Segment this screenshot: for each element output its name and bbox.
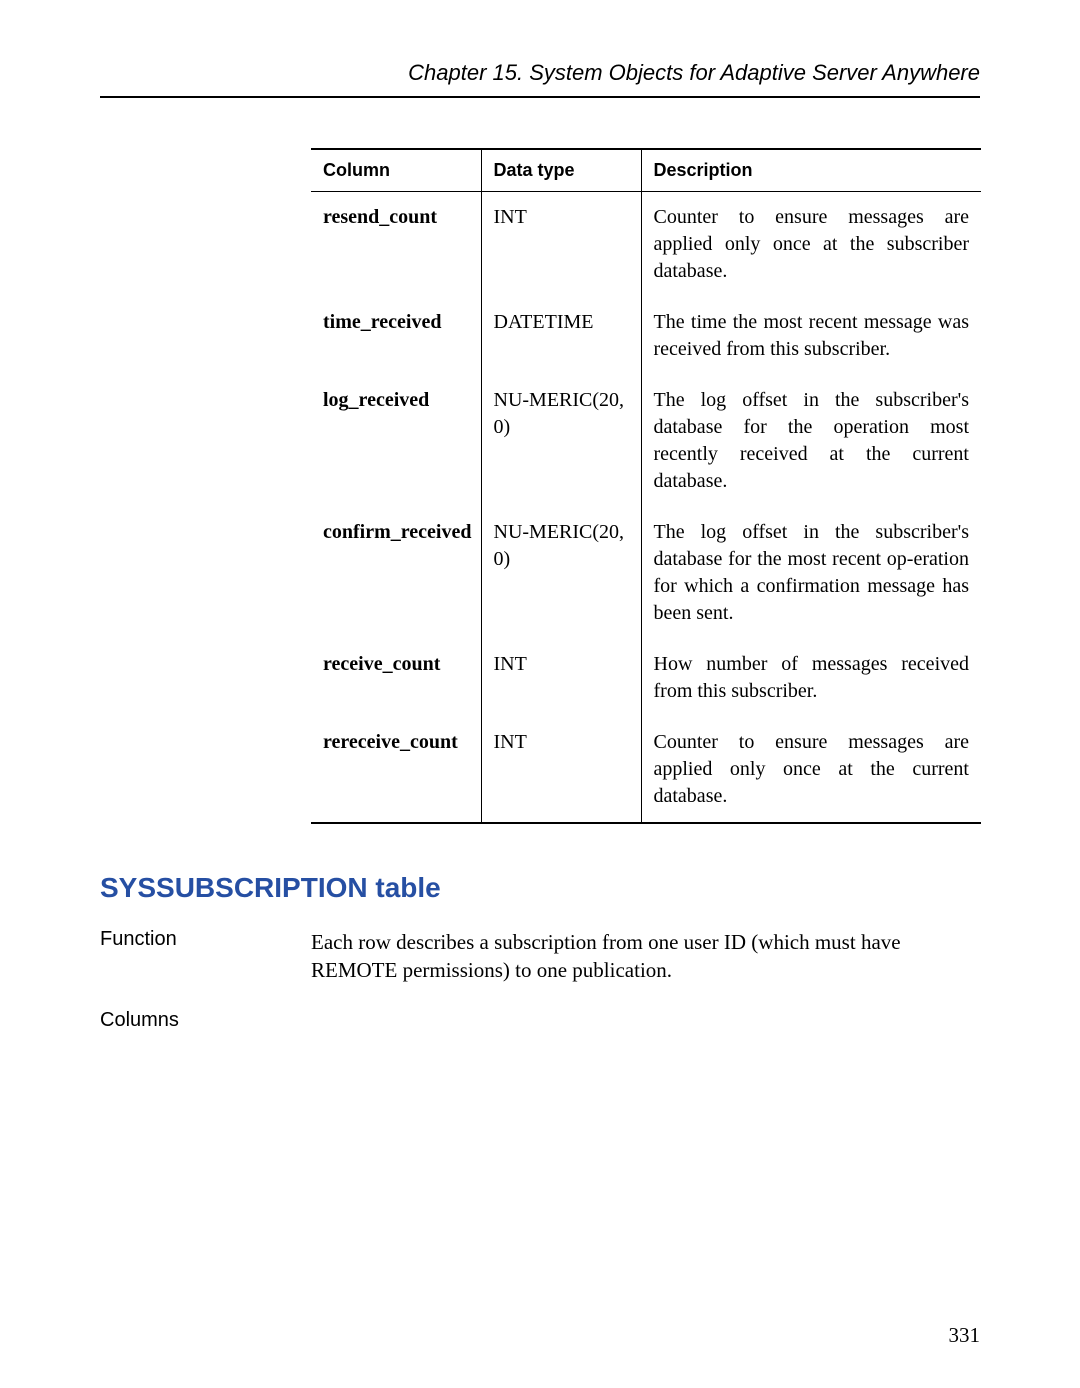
cell-description: The log offset in the subscriber's datab… — [641, 507, 981, 639]
cell-datatype: NU-MERIC(20, 0) — [481, 375, 641, 507]
function-row: Function Each row describes a subscripti… — [100, 928, 980, 985]
cell-column-name: time_received — [311, 297, 481, 375]
columns-label: Columns — [100, 1009, 311, 1032]
table-row: rereceive_count INT Counter to ensure me… — [311, 717, 981, 823]
columns-row: Columns — [100, 1009, 980, 1032]
cell-column-name: confirm_received — [311, 507, 481, 639]
cell-description: Counter to ensure messages are applied o… — [641, 192, 981, 298]
cell-column-name: receive_count — [311, 639, 481, 717]
cell-column-name: log_received — [311, 375, 481, 507]
th-datatype: Data type — [481, 149, 641, 192]
cell-datatype: NU-MERIC(20, 0) — [481, 507, 641, 639]
running-head: Chapter 15. System Objects for Adaptive … — [100, 60, 980, 98]
columns-table-block: Column Data type Description resend_coun… — [311, 148, 981, 824]
cell-description: Counter to ensure messages are applied o… — [641, 717, 981, 823]
table-row: time_received DATETIME The time the most… — [311, 297, 981, 375]
cell-datatype: INT — [481, 717, 641, 823]
page: Chapter 15. System Objects for Adaptive … — [0, 0, 1080, 1388]
cell-description: The log offset in the subscriber's datab… — [641, 375, 981, 507]
table-row: receive_count INT How number of messages… — [311, 639, 981, 717]
th-description: Description — [641, 149, 981, 192]
cell-description: The time the most recent message was rec… — [641, 297, 981, 375]
table-row: resend_count INT Counter to ensure messa… — [311, 192, 981, 298]
cell-column-name: rereceive_count — [311, 717, 481, 823]
table-row: confirm_received NU-MERIC(20, 0) The log… — [311, 507, 981, 639]
cell-datatype: DATETIME — [481, 297, 641, 375]
cell-column-name: resend_count — [311, 192, 481, 298]
cell-datatype: INT — [481, 192, 641, 298]
function-label: Function — [100, 928, 311, 985]
function-text: Each row describes a subscription from o… — [311, 928, 980, 985]
columns-body — [311, 1009, 980, 1032]
columns-table: Column Data type Description resend_coun… — [311, 148, 981, 824]
table-row: log_received NU-MERIC(20, 0) The log off… — [311, 375, 981, 507]
page-number: 331 — [949, 1323, 981, 1348]
cell-description: How number of messages received from thi… — [641, 639, 981, 717]
th-column: Column — [311, 149, 481, 192]
table-header-row: Column Data type Description — [311, 149, 981, 192]
section-heading: SYSSUBSCRIPTION table — [100, 872, 980, 904]
cell-datatype: INT — [481, 639, 641, 717]
